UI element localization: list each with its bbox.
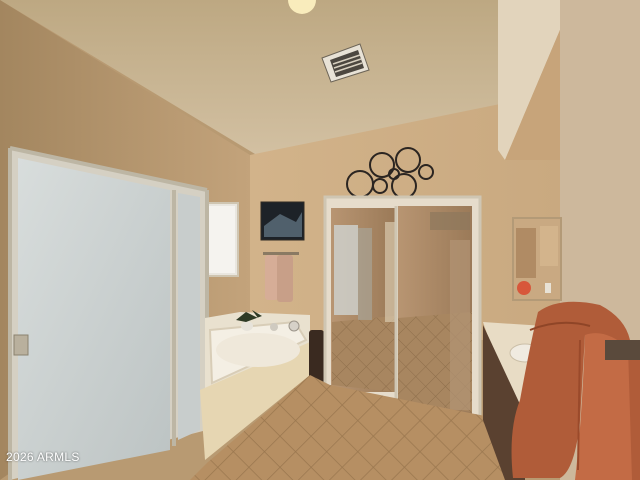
bathroom-photo: 2026 ARMLS — [0, 0, 640, 480]
shower-glass-side — [178, 193, 200, 440]
shower-door-handle — [13, 334, 29, 356]
tub-faucet — [270, 323, 278, 331]
tub-handle — [288, 320, 300, 332]
mirrored-closet-doors — [323, 195, 482, 419]
wall-picture — [260, 201, 305, 241]
window — [204, 202, 239, 277]
shower-glass-door — [18, 158, 170, 480]
towel-bar — [605, 340, 640, 360]
shower-enclosure — [8, 146, 209, 480]
watermark-text: 2026 ARMLS — [6, 450, 80, 464]
vanity-mirror — [512, 217, 562, 301]
bathroom-scene — [0, 0, 640, 480]
